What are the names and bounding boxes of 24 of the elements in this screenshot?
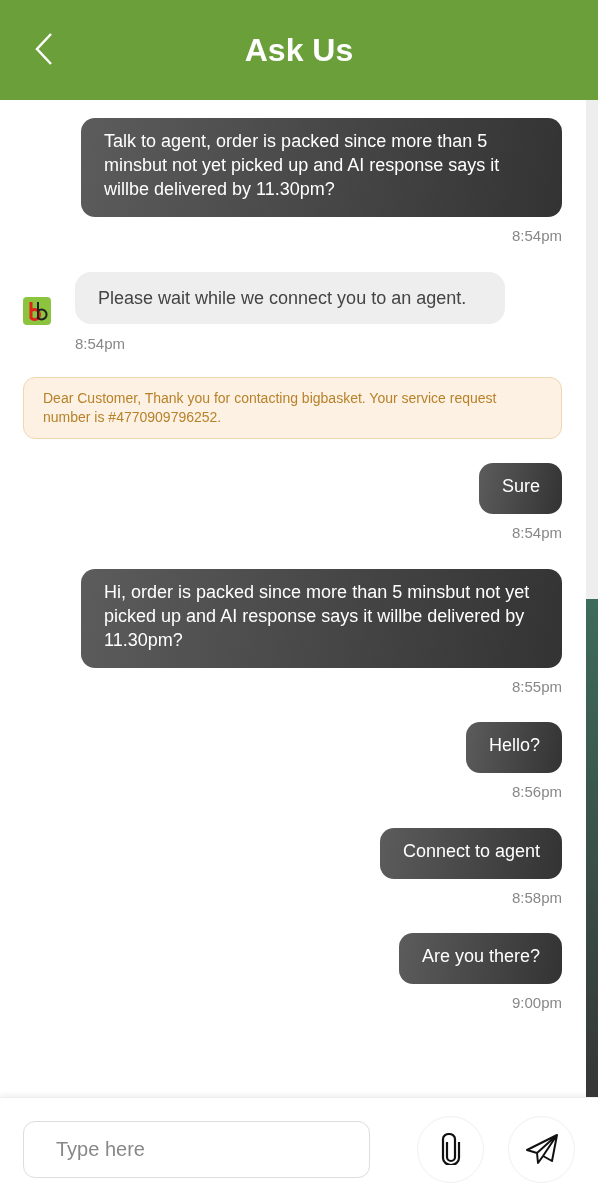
timestamp: 8:54pm	[512, 523, 563, 543]
timestamp: 8:58pm	[512, 887, 563, 908]
scrollbar-track[interactable]	[586, 100, 598, 1097]
message-bubble: Connect to agent	[379, 827, 563, 879]
message-bubble: Talk to agent, order is packed since more than 5 minsbut not yet picked up and AI response says it willbe delivered by 11.30pm?	[81, 118, 563, 217]
notice-banner: Dear Customer, Thank you for contacting bigbasket. Your service request number is #4770909796252.	[23, 377, 563, 439]
message-bubble: Are you there?	[398, 933, 563, 984]
message-bubble: Please wait while we connect you to an agent.	[75, 271, 505, 324]
timestamp: 8:54pm	[512, 226, 563, 246]
timestamp: 8:54pm	[75, 333, 127, 354]
paperclip-icon	[440, 1133, 461, 1165]
timestamp: 9:00pm	[512, 993, 563, 1013]
page-title: Ask Us	[244, 31, 354, 70]
back-icon	[34, 32, 54, 66]
message-bubble: Hello?	[466, 722, 563, 773]
message-bubble: Sure	[479, 463, 563, 514]
message-field[interactable]: Type here	[23, 1120, 370, 1178]
brand-logo-icon	[23, 296, 51, 325]
message-bubble: Hi, order is packed since more than 5 minsbut not yet picked up and AI response says it willbe delivered by 11.30pm?	[81, 568, 563, 668]
send-icon	[524, 1133, 559, 1165]
scrollbar-thumb[interactable]	[586, 598, 598, 1097]
timestamp: 8:56pm	[512, 782, 563, 802]
back-button[interactable]	[34, 32, 54, 66]
timestamp: 8:55pm	[512, 676, 563, 697]
